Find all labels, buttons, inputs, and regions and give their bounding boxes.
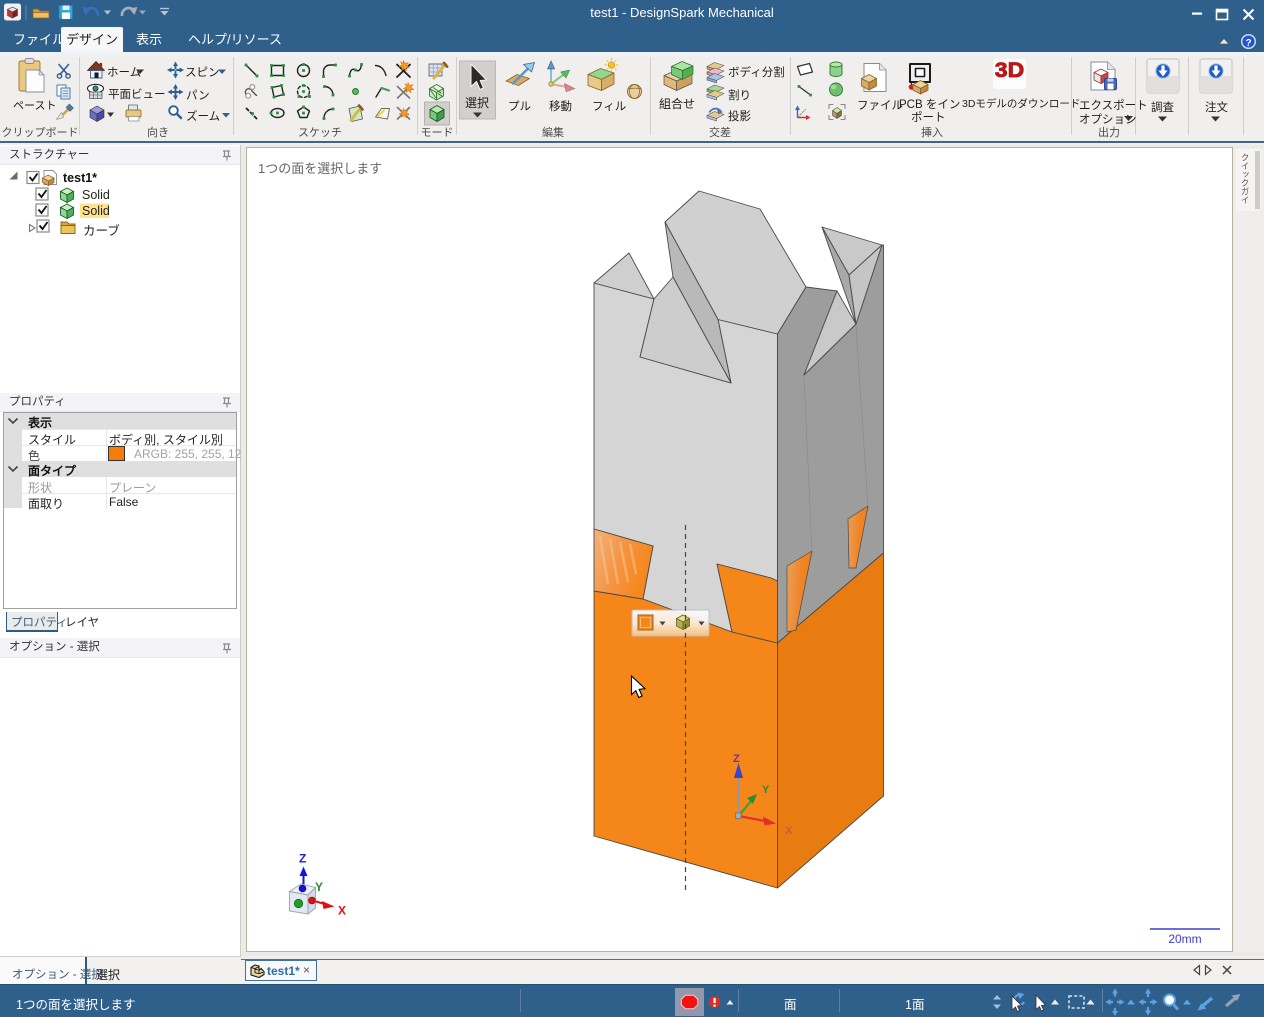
svg-text:20mm: 20mm: [1168, 932, 1201, 946]
svg-text:Y: Y: [315, 880, 323, 894]
svg-text:Z: Z: [733, 753, 740, 765]
svg-text:3D: 3D: [995, 58, 1024, 82]
svg-text:?: ?: [1245, 38, 1251, 49]
svg-text:Z: Z: [299, 852, 306, 866]
svg-text:Y: Y: [762, 784, 770, 796]
svg-text:X: X: [785, 825, 793, 837]
svg-text:X: X: [338, 904, 346, 918]
